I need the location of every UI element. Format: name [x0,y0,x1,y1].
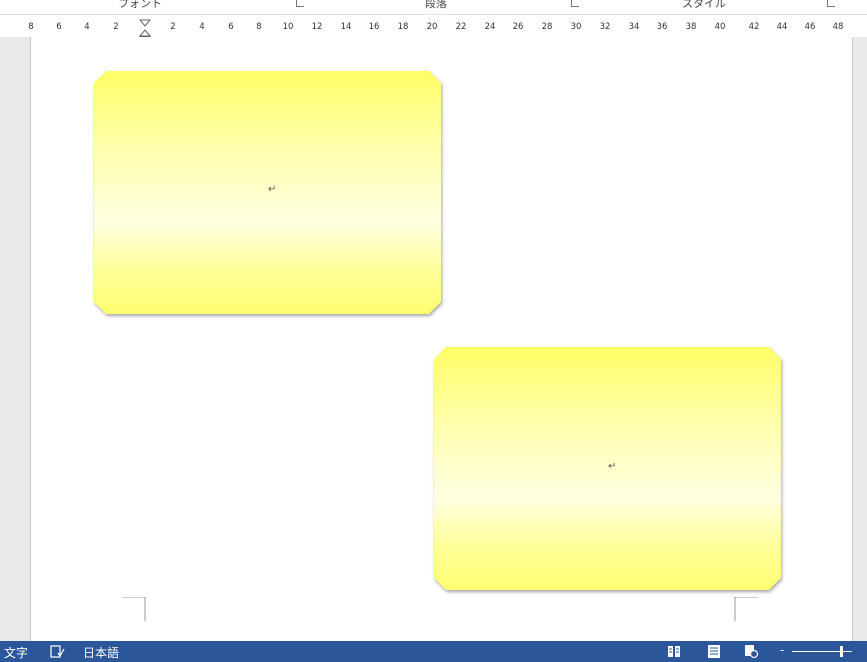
document-area[interactable]: ↵ ↵ [0,37,867,641]
ruler-tick: 6 [228,22,234,32]
document-page[interactable]: ↵ ↵ [30,37,853,641]
ruler-tick: 8 [256,22,262,32]
ruler-tick: 32 [599,22,611,32]
zoom-out-button[interactable]: - [780,643,784,657]
ruler-tick: 44 [776,22,788,32]
ruler-tick: 28 [541,22,553,32]
ruler-tick: 36 [656,22,668,32]
ruler-tick: 4 [199,22,205,32]
ruler-tick: 8 [28,22,34,32]
print-layout-icon[interactable] [706,644,722,659]
ruler-tick: 26 [512,22,524,32]
ruler-tick: 42 [748,22,760,32]
ribbon-group-styles-label: スタイル [682,0,726,10]
ribbon-group-paragraph-label: 段落 [425,0,447,10]
ruler-tick: 24 [484,22,496,32]
ruler-tick: 30 [570,22,582,32]
language-label[interactable]: 日本語 [83,644,119,661]
ruler-tick: 22 [455,22,467,32]
ruler-tick: 14 [340,22,352,32]
paragraph-dialog-launcher-icon[interactable] [571,0,579,7]
paragraph-mark: ↵ [268,184,277,195]
styles-dialog-launcher-icon[interactable] [827,0,835,7]
zoom-slider-thumb[interactable] [840,646,843,657]
ribbon-group-strip: フォント 段落 スタイル [0,0,867,14]
proofing-icon[interactable] [49,644,65,659]
shape-bottom-right[interactable]: ↵ [434,347,781,590]
ruler-tick: 20 [426,22,438,32]
ruler-tick: 12 [311,22,323,32]
zoom-slider[interactable] [792,651,852,652]
ruler-tick: 38 [685,22,697,32]
ruler-tick: 46 [804,22,816,32]
horizontal-ruler[interactable]: 8 6 4 2 2 4 6 8 10 12 14 16 18 20 22 24 … [0,15,867,51]
word-count-label[interactable]: 文字 [4,644,28,661]
ruler-tick: 2 [113,22,119,32]
shape-top-left[interactable]: ↵ [94,71,441,314]
paragraph-mark: ↵ [608,461,617,472]
crop-mark-icon [734,597,758,621]
status-bar: 文字 日本語 - [0,641,867,662]
ruler-tick: 4 [84,22,90,32]
ruler-tick: 48 [832,22,844,32]
web-layout-icon[interactable] [743,644,759,659]
ruler-tick: 18 [397,22,409,32]
ruler-tick: 2 [170,22,176,32]
ruler-tick: 34 [628,22,640,32]
ribbon-group-font-label: フォント [118,0,162,10]
font-dialog-launcher-icon[interactable] [296,0,304,7]
ruler-tick: 16 [368,22,380,32]
read-mode-icon[interactable] [666,644,682,659]
ruler-tick: 10 [282,22,294,32]
ruler-tick: 6 [56,22,62,32]
crop-mark-icon [122,597,146,621]
ruler-tick: 40 [714,22,726,32]
